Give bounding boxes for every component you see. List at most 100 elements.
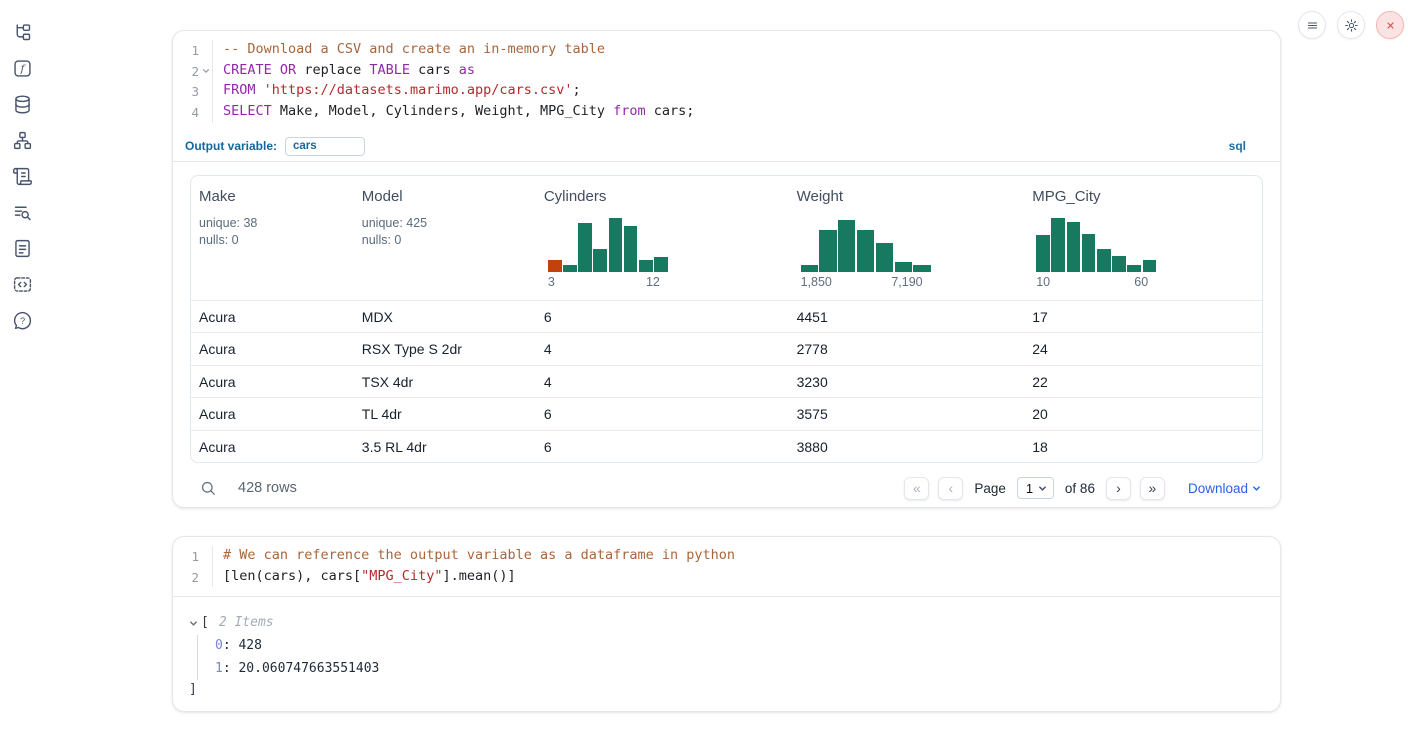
file-explorer-icon[interactable]	[10, 20, 34, 44]
column-label: Make	[199, 188, 348, 205]
table-cell: 6	[536, 406, 789, 422]
histogram-bar	[857, 230, 874, 272]
table-row[interactable]: AcuraTSX 4dr4323022	[191, 365, 1262, 398]
tree-collapse-icon[interactable]	[189, 619, 198, 628]
next-page-button[interactable]: ›	[1106, 477, 1131, 500]
search-icon[interactable]	[199, 479, 218, 498]
code-text: FROM 'https://datasets.marimo.app/cars.c…	[212, 81, 1280, 102]
logs-search-icon[interactable]	[10, 200, 34, 224]
last-page-button[interactable]: »	[1140, 477, 1165, 500]
sql-cell: 1-- Download a CSV and create an in-memo…	[172, 30, 1281, 508]
histogram-axis: 1,8507,190	[801, 275, 931, 289]
svg-text:f: f	[19, 63, 26, 75]
code-token: ;	[573, 82, 581, 98]
entry-index: 1	[215, 661, 223, 676]
tree-entry[interactable]: 0: 428	[215, 635, 1264, 658]
table-row[interactable]: AcuraRSX Type S 2dr4277824	[191, 332, 1262, 365]
histogram-bar	[913, 265, 930, 272]
line-number: 3	[173, 81, 199, 102]
settings-button[interactable]	[1337, 11, 1365, 39]
code-token: ].mean()]	[442, 568, 515, 584]
table-cell: TSX 4dr	[354, 374, 536, 390]
line-number: 2	[173, 61, 199, 82]
variables-icon[interactable]: f	[10, 56, 34, 80]
download-label: Download	[1188, 481, 1248, 496]
chevron-down-icon	[1252, 484, 1261, 493]
sql-code-editor[interactable]: 1-- Download a CSV and create an in-memo…	[173, 31, 1280, 132]
code-text: SELECT Make, Model, Cylinders, Weight, M…	[212, 102, 1280, 123]
notebook-menu-button[interactable]	[1298, 11, 1326, 39]
documentation-icon[interactable]	[10, 164, 34, 188]
python-cell: 1 # We can reference the output variable …	[172, 536, 1281, 712]
data-sources-icon[interactable]	[10, 92, 34, 116]
column-header-model[interactable]: Modelunique: 425nulls: 0	[354, 176, 536, 300]
line-number: 1	[173, 40, 199, 61]
column-header-mpg_city[interactable]: MPG_City1060	[1024, 176, 1262, 300]
histogram[interactable]	[548, 218, 668, 272]
table-cell: 4	[536, 341, 789, 357]
table-cell: 6	[536, 439, 789, 455]
histogram-bar	[654, 257, 668, 272]
shutdown-button[interactable]	[1376, 11, 1404, 39]
code-token: CREATE	[223, 62, 272, 78]
download-button[interactable]: Download	[1188, 481, 1261, 496]
histogram-bar	[563, 265, 577, 272]
python-output-area: [ 2 Items 0: 4281: 20.060747663551403 ]	[173, 597, 1280, 699]
code-text: # We can reference the output variable a…	[212, 546, 1280, 567]
unique-count: unique: 425	[362, 215, 530, 232]
table-row[interactable]: Acura3.5 RL 4dr6388018	[191, 430, 1262, 463]
code-line: 2[len(cars), cars["MPG_City"].mean()]	[173, 567, 1280, 588]
histogram[interactable]	[1036, 218, 1156, 272]
sql-cell-footer: Output variable: sql	[173, 132, 1280, 162]
table-cell: 20	[1024, 406, 1262, 422]
table-cell: Acura	[191, 406, 354, 422]
python-code-editor[interactable]: 1# We can reference the output variable …	[173, 537, 1280, 597]
table-row[interactable]: AcuraMDX6445117	[191, 300, 1262, 333]
table-cell: 4451	[789, 309, 1025, 325]
column-label: Weight	[797, 188, 1019, 205]
code-token: cars	[410, 62, 459, 78]
page-select[interactable]: 1	[1017, 477, 1054, 499]
axis-max-label: 60	[1134, 275, 1148, 289]
close-icon	[1383, 18, 1398, 33]
svg-text:?: ?	[19, 315, 24, 325]
tree-body: 0: 4281: 20.060747663551403	[197, 635, 1264, 680]
column-label: MPG_City	[1032, 188, 1256, 205]
histogram-bar	[1051, 218, 1065, 272]
tree-entry[interactable]: 1: 20.060747663551403	[215, 658, 1264, 681]
entry-value: 428	[238, 638, 261, 653]
code-token: from	[613, 103, 646, 119]
axis-max-label: 12	[646, 275, 660, 289]
fold-chevron-icon[interactable]	[199, 61, 212, 82]
table-cell: 3230	[789, 374, 1025, 390]
histogram[interactable]	[801, 218, 931, 272]
snippets-icon[interactable]	[10, 272, 34, 296]
prev-page-button[interactable]: ‹	[938, 477, 963, 500]
column-header-cylinders[interactable]: Cylinders312	[536, 176, 789, 300]
axis-max-label: 7,190	[891, 275, 922, 289]
first-page-button[interactable]: «	[904, 477, 929, 500]
output-variable-input[interactable]	[285, 137, 365, 156]
table-row[interactable]: AcuraTL 4dr6357520	[191, 397, 1262, 430]
null-count: nulls: 0	[199, 232, 348, 249]
histogram-bar	[1127, 265, 1141, 272]
scratchpad-icon[interactable]	[10, 236, 34, 260]
table-cell: Acura	[191, 439, 354, 455]
histogram-bar	[1036, 235, 1050, 272]
code-token: FROM	[223, 82, 256, 98]
histogram-bar	[609, 218, 623, 272]
axis-min-label: 3	[548, 275, 555, 289]
output-variable-label: Output variable:	[185, 139, 277, 153]
column-label: Model	[362, 188, 530, 205]
column-header-make[interactable]: Makeunique: 38nulls: 0	[191, 176, 354, 300]
dependency-graph-icon[interactable]	[10, 128, 34, 152]
histogram-bar	[548, 260, 562, 272]
table-cell: Acura	[191, 341, 354, 357]
help-chat-icon[interactable]: ?	[10, 308, 34, 332]
table-cell: Acura	[191, 374, 354, 390]
open-bracket: [	[201, 614, 209, 632]
code-token: cars;	[646, 103, 695, 119]
column-header-weight[interactable]: Weight 1,8507,190	[789, 176, 1025, 300]
table-cell: TL 4dr	[354, 406, 536, 422]
line-number: 2	[173, 567, 199, 588]
